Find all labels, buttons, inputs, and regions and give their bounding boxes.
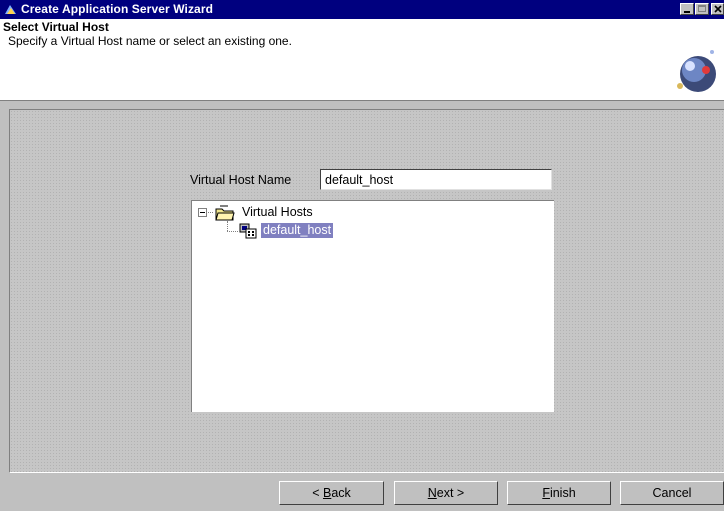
page-description: Specify a Virtual Host name or select an…: [8, 34, 292, 48]
next-button[interactable]: Next >: [394, 481, 498, 505]
close-icon: [714, 5, 722, 13]
maximize-button[interactable]: [695, 3, 709, 15]
next-button-mnemonic: N: [427, 486, 437, 500]
virtual-host-icon: [239, 223, 257, 239]
minimize-button[interactable]: [680, 3, 694, 15]
tree-root-label[interactable]: Virtual Hosts: [242, 205, 313, 219]
back-button-prefix: <: [312, 486, 323, 500]
back-button[interactable]: < Back: [279, 481, 384, 505]
maximize-icon: [698, 5, 706, 12]
cancel-button-label: Cancel: [652, 486, 692, 500]
title-bar[interactable]: Create Application Server Wizard: [0, 0, 724, 19]
app-icon: [3, 2, 18, 17]
close-button[interactable]: [711, 3, 724, 15]
collapse-toggle-icon[interactable]: [198, 208, 207, 217]
virtual-host-name-label: Virtual Host Name: [190, 173, 292, 187]
folder-icon: [215, 205, 235, 221]
tree-connector: [227, 221, 228, 231]
cancel-button[interactable]: Cancel: [620, 481, 724, 505]
wizard-header: Select Virtual Host Specify a Virtual Ho…: [0, 19, 724, 101]
window-title: Create Application Server Wizard: [21, 2, 214, 16]
wizard-window: Create Application Server Wizard Select …: [0, 0, 724, 511]
tree-connector: [227, 231, 238, 232]
minimize-icon: [684, 11, 690, 13]
tree-item-default-host[interactable]: default_host: [261, 223, 334, 238]
virtual-hosts-tree[interactable]: Virtual Hosts default_host: [191, 200, 554, 412]
finish-button[interactable]: Finish: [507, 481, 611, 505]
next-button-suffix: ext >: [436, 486, 465, 500]
wizard-graphic-icon: [668, 40, 724, 96]
finish-button-mnemonic: F: [542, 486, 550, 500]
tree-connector: [208, 212, 213, 213]
virtual-host-name-input[interactable]: [320, 169, 552, 190]
page-title: Select Virtual Host: [3, 20, 109, 34]
back-button-suffix: ack: [331, 486, 351, 500]
finish-button-suffix: inish: [549, 486, 576, 500]
